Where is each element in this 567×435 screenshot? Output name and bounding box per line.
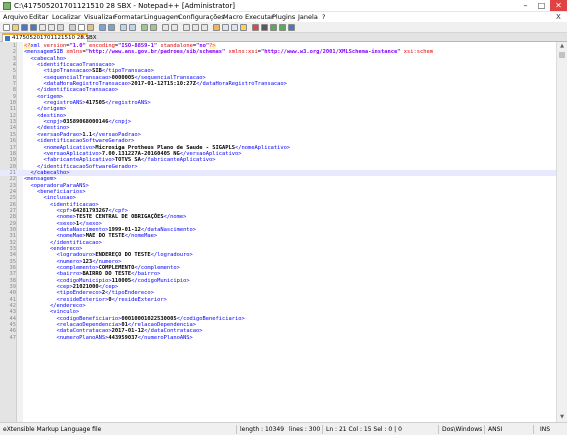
notepad-plus-plus-icon (3, 2, 11, 10)
tab-sbx-file[interactable]: 417505201701121510 28.SBX ✕ (2, 33, 97, 42)
save-icon[interactable] (21, 24, 28, 31)
paste-icon[interactable] (87, 24, 94, 31)
find-icon[interactable] (120, 24, 127, 31)
tab-bar: 417505201701121510 28.SBX ✕ (0, 33, 567, 42)
close-all-icon[interactable] (48, 24, 55, 31)
menu-macro[interactable]: Macro (223, 12, 243, 22)
code-lines[interactable]: 1 <?xml version="1.0" encoding="ISO-8859-… (0, 43, 556, 341)
function-list-icon[interactable] (231, 24, 238, 31)
zoom-in-icon[interactable] (141, 24, 148, 31)
print-icon[interactable] (57, 24, 64, 31)
status-separator (438, 425, 439, 434)
run-macro-icon[interactable] (279, 24, 286, 31)
open-file-icon[interactable] (12, 24, 19, 31)
tab-close-icon[interactable]: ✕ (80, 35, 85, 42)
stop-macro-icon[interactable] (261, 24, 268, 31)
new-file-icon[interactable] (3, 24, 10, 31)
scroll-thumb[interactable] (559, 52, 565, 58)
play-macro-icon[interactable] (270, 24, 277, 31)
save-macro-icon[interactable] (288, 24, 295, 31)
sync-v-icon[interactable] (162, 24, 169, 31)
menu-bar: Arquivo Editar Localizar Visualizar Form… (0, 12, 567, 22)
scroll-down-icon[interactable]: ▼ (557, 413, 567, 422)
status-mode: INS (540, 426, 551, 433)
code-line[interactable]: 47 <numeroPlanoANS>443959037</numeroPlan… (0, 335, 556, 341)
menu-editar[interactable]: Editar (29, 12, 48, 22)
menu-configuracoes[interactable]: Configurações (178, 12, 225, 22)
folder-workspace-icon[interactable] (240, 24, 247, 31)
line-number: 47 (9, 334, 17, 341)
minimize-button[interactable]: – (517, 0, 534, 11)
status-separator (322, 425, 323, 434)
sync-h-icon[interactable] (171, 24, 178, 31)
status-separator (484, 425, 485, 434)
editor-area[interactable]: 1 <?xml version="1.0" encoding="ISO-8859-… (0, 42, 567, 422)
status-lines: lines : 300 (289, 426, 321, 433)
udl-icon[interactable] (213, 24, 220, 31)
window-title: C:\417505201701121510 28 SBX - Notepad++… (14, 2, 236, 10)
line-text[interactable]: <numeroPlanoANS>443959037</numeroPlanoAN… (24, 335, 192, 341)
menu-formatar[interactable]: Formatar (114, 12, 144, 22)
maximize-button[interactable]: □ (533, 0, 550, 11)
toolbar (0, 22, 567, 33)
save-all-icon[interactable] (30, 24, 37, 31)
record-macro-icon[interactable] (252, 24, 259, 31)
close-window-button[interactable]: ✕ (550, 0, 567, 11)
title-bar: C:\417505201701121510 28 SBX - Notepad++… (0, 0, 567, 12)
saved-file-icon (5, 36, 10, 41)
indent-guide-icon[interactable] (201, 24, 208, 31)
menu-visualizar[interactable]: Visualizar (84, 12, 115, 22)
menu-linguagem[interactable]: Linguagem (144, 12, 180, 22)
status-eol: Dos\Windows (442, 426, 483, 433)
menu-plugins[interactable]: Plugins (272, 12, 295, 22)
status-position: Ln : 21 Col : 15 Sel : 0 | 0 (326, 426, 402, 433)
status-encoding: ANSI (488, 426, 503, 433)
status-separator (533, 425, 534, 434)
scroll-up-icon[interactable]: ▲ (557, 42, 567, 51)
vertical-scrollbar[interactable]: ▲ ▼ (556, 42, 567, 422)
zoom-out-icon[interactable] (150, 24, 157, 31)
doc-map-icon[interactable] (222, 24, 229, 31)
status-file-type: eXtensible Markup Language file (3, 426, 102, 433)
status-length: length : 10349 (240, 426, 285, 433)
undo-icon[interactable] (99, 24, 106, 31)
close-document-button[interactable]: X (556, 12, 561, 22)
menu-arquivo[interactable]: Arquivo (3, 12, 28, 22)
close-icon[interactable] (39, 24, 46, 31)
menu-localizar[interactable]: Localizar (52, 12, 81, 22)
status-separator (236, 425, 237, 434)
all-chars-icon[interactable] (192, 24, 199, 31)
cut-icon[interactable] (69, 24, 76, 31)
wrap-icon[interactable] (183, 24, 190, 31)
menu-janela[interactable]: Janela (298, 12, 318, 22)
status-bar: eXtensible Markup Language file length :… (0, 422, 567, 435)
menu-executar[interactable]: Executar (245, 12, 274, 22)
redo-icon[interactable] (108, 24, 115, 31)
copy-icon[interactable] (78, 24, 85, 31)
menu-help[interactable]: ? (322, 12, 325, 22)
replace-icon[interactable] (129, 24, 136, 31)
